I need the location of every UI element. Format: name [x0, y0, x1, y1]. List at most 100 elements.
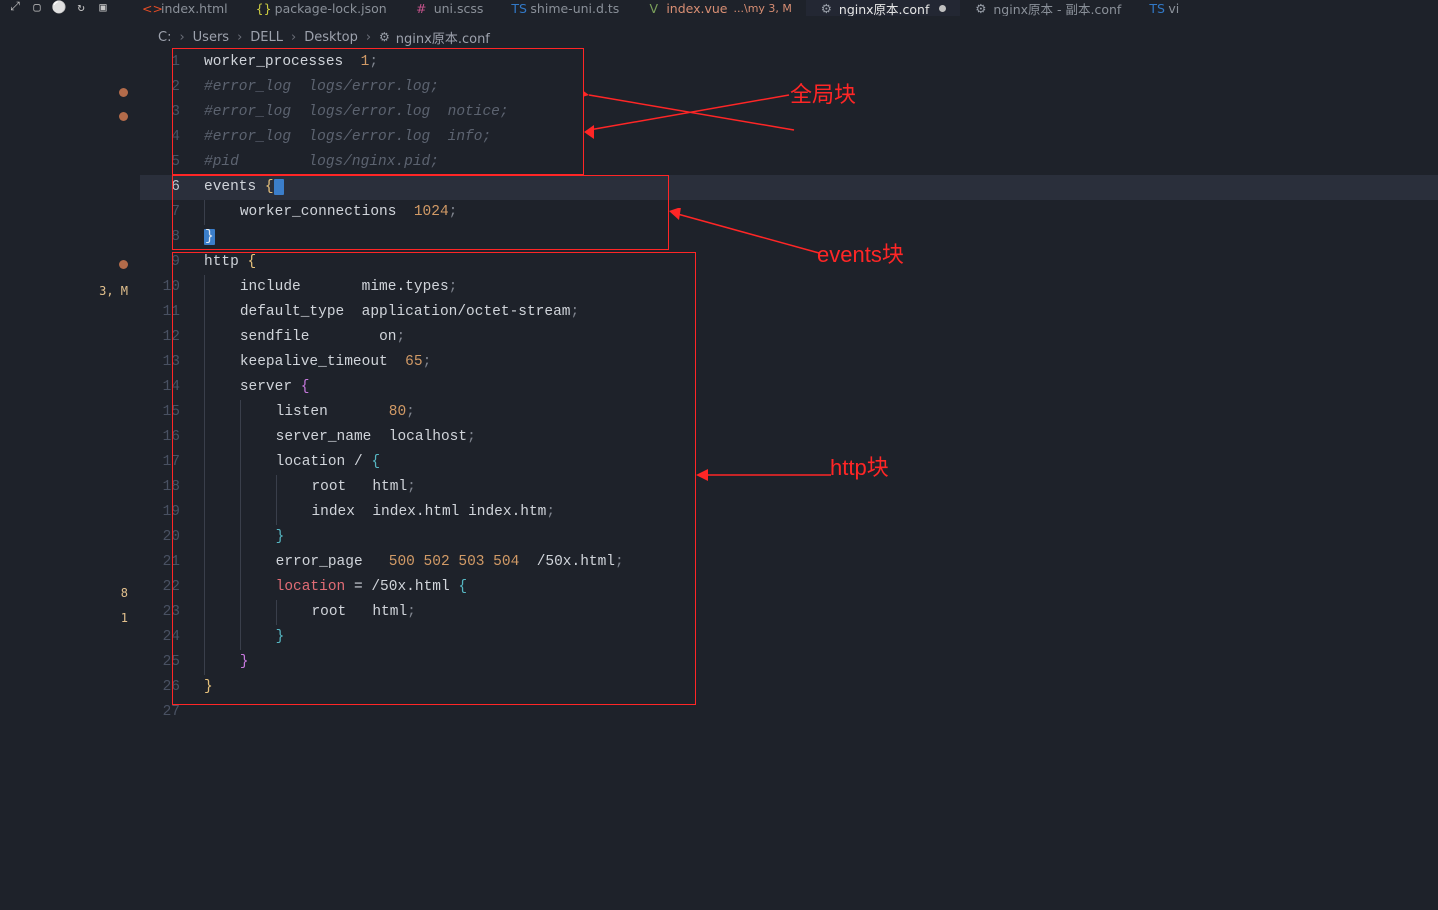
html-icon: <> [142, 1, 155, 16]
vue-icon: V [647, 1, 660, 16]
line-number: 6 [140, 175, 204, 200]
tab-label: uni.scss [434, 1, 484, 16]
annotation-label-global: 全局块 [790, 82, 856, 107]
line-number: 5 [140, 150, 204, 175]
ts-icon: TS [511, 1, 524, 16]
tab-bar: <> index.html {} package-lock.json # uni… [128, 0, 1438, 16]
code-editor[interactable]: 1worker_processes 1; 2#error_log logs/er… [140, 50, 1438, 910]
code-line[interactable]: 5#pid logs/nginx.pid; [140, 150, 1438, 175]
matching-brace-icon: } [204, 229, 215, 245]
tab-label: package-lock.json [275, 1, 387, 16]
code-line[interactable]: 4#error_log logs/error.log info; [140, 125, 1438, 150]
annotation-label-events: events块 [817, 242, 904, 267]
new-file-icon[interactable]: ▢ [30, 0, 44, 14]
code-line[interactable]: 22 location = /50x.html { [140, 575, 1438, 600]
line-number: 11 [140, 300, 204, 325]
crumb[interactable]: nginx原本.conf [396, 28, 490, 47]
code-line[interactable]: 14 server { [140, 375, 1438, 400]
code-line[interactable]: 6events { [140, 175, 1438, 200]
code-line[interactable]: 9http { [140, 250, 1438, 275]
scm-modified-dot-icon [119, 112, 128, 121]
line-number: 3 [140, 100, 204, 125]
code-line[interactable]: 25 } [140, 650, 1438, 675]
code-line[interactable]: 23 root html; [140, 600, 1438, 625]
chevron-right-icon: › [291, 30, 296, 45]
tab-label: index.html [161, 1, 228, 16]
scm-badge: 8 [121, 586, 128, 600]
code-line[interactable]: 18 root html; [140, 475, 1438, 500]
line-number: 12 [140, 325, 204, 350]
tab-partial[interactable]: TS vi [1135, 0, 1193, 16]
tab-label: vi [1168, 1, 1179, 16]
line-number: 16 [140, 425, 204, 450]
tab-shime-uni[interactable]: TS shime-uni.d.ts [497, 0, 633, 16]
line-number: 15 [140, 400, 204, 425]
line-number: 13 [140, 350, 204, 375]
tab-label: shime-uni.d.ts [530, 1, 619, 16]
code-line[interactable]: 7 worker_connections 1024; [140, 200, 1438, 225]
tab-nginx-conf-active[interactable]: ⚙ nginx原本.conf [806, 0, 960, 16]
scm-modified-dot-icon [119, 88, 128, 97]
code-line[interactable]: 16 server_name localhost; [140, 425, 1438, 450]
line-number: 19 [140, 500, 204, 525]
crumb[interactable]: Users [193, 30, 229, 45]
code-line[interactable]: 15 listen 80; [140, 400, 1438, 425]
tab-index-vue[interactable]: V index.vue ...\my 3, M [633, 0, 806, 16]
tab-index-html[interactable]: <> index.html [128, 0, 242, 16]
crumb[interactable]: DELL [250, 30, 283, 45]
line-number: 23 [140, 600, 204, 625]
code-line[interactable]: 17 location / { [140, 450, 1438, 475]
code-line[interactable]: 26} [140, 675, 1438, 700]
new-folder-icon[interactable]: ⚪ [52, 0, 66, 14]
gear-icon: ⚙ [820, 1, 833, 16]
line-number: 4 [140, 125, 204, 150]
tab-path-suffix: ...\my 3, M [734, 2, 792, 15]
scss-icon: # [415, 1, 428, 16]
line-number: 1 [140, 50, 204, 75]
tab-package-lock[interactable]: {} package-lock.json [242, 0, 401, 16]
chevron-right-icon: › [237, 30, 242, 45]
code-line[interactable]: 24 } [140, 625, 1438, 650]
scm-badge: 3, M [99, 284, 128, 298]
line-number: 10 [140, 275, 204, 300]
tab-uni-scss[interactable]: # uni.scss [401, 0, 498, 16]
explorer-gutter: 3, M 8 1 [0, 16, 140, 910]
code-line[interactable]: 13 keepalive_timeout 65; [140, 350, 1438, 375]
code-line[interactable]: 2#error_log logs/error.log; [140, 75, 1438, 100]
line-number: 18 [140, 475, 204, 500]
scm-badge: 1 [121, 611, 128, 625]
tab-nginx-copy[interactable]: ⚙ nginx原本 - 副本.conf [960, 0, 1135, 16]
line-number: 26 [140, 675, 204, 700]
modified-dot-icon [939, 5, 946, 12]
code-line[interactable]: 19 index index.html index.htm; [140, 500, 1438, 525]
breadcrumb[interactable]: C: › Users › DELL › Desktop › ⚙ nginx原本.conf [158, 24, 1438, 50]
code-line[interactable]: 11 default_type application/octet-stream… [140, 300, 1438, 325]
gear-icon: ⚙ [974, 1, 987, 16]
code-line[interactable]: 1worker_processes 1; [140, 50, 1438, 75]
line-number: 17 [140, 450, 204, 475]
ts-icon: TS [1149, 1, 1162, 16]
code-line[interactable]: 12 sendfile on; [140, 325, 1438, 350]
tab-label: nginx原本.conf [839, 0, 929, 16]
scm-modified-dot-icon [119, 260, 128, 269]
line-number: 14 [140, 375, 204, 400]
expand-icon[interactable]: ⤢ [8, 0, 22, 14]
chevron-right-icon: › [179, 30, 184, 45]
code-line[interactable]: 10 include mime.types; [140, 275, 1438, 300]
chevron-right-icon: › [366, 30, 371, 45]
crumb[interactable]: C: [158, 30, 171, 45]
code-line[interactable]: 3#error_log logs/error.log notice; [140, 100, 1438, 125]
line-number: 25 [140, 650, 204, 675]
refresh-icon[interactable]: ↻ [74, 0, 88, 14]
tab-label: nginx原本 - 副本.conf [993, 0, 1121, 16]
json-icon: {} [256, 1, 269, 16]
code-line[interactable]: 20 } [140, 525, 1438, 550]
crumb[interactable]: Desktop [304, 30, 358, 45]
collapse-icon[interactable]: ▣ [96, 0, 110, 14]
line-number: 7 [140, 200, 204, 225]
code-line[interactable]: 21 error_page 500 502 503 504 /50x.html; [140, 550, 1438, 575]
tab-label: index.vue [666, 1, 727, 16]
gear-icon: ⚙ [379, 30, 390, 44]
code-line[interactable]: 8} [140, 225, 1438, 250]
code-line[interactable]: 27 [140, 700, 1438, 725]
